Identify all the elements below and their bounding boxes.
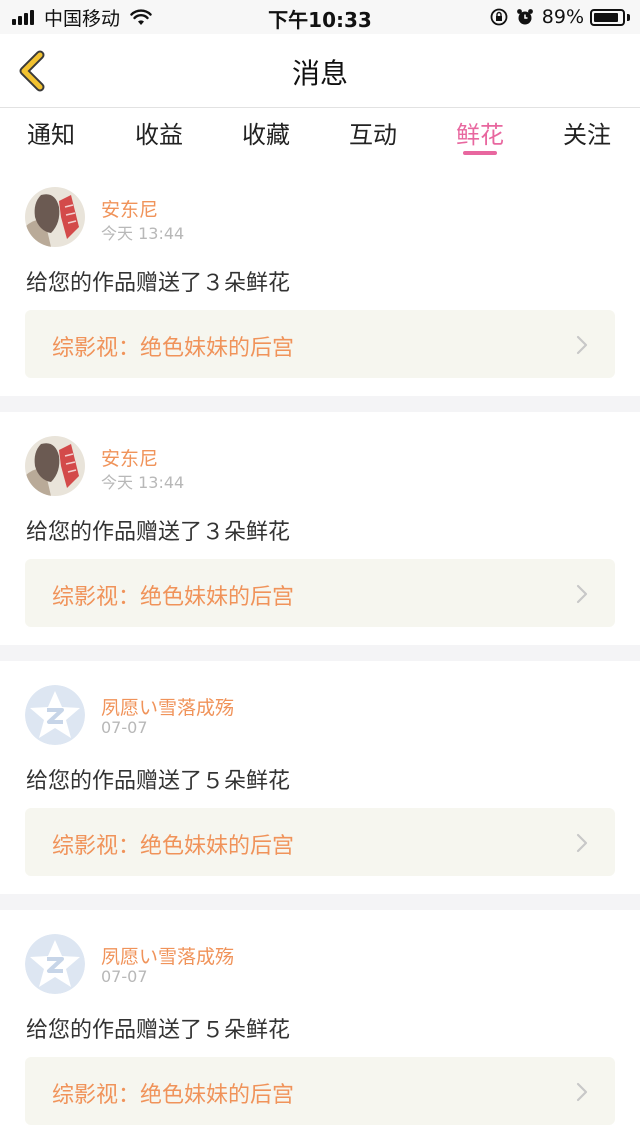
tab-interactions[interactable]: 互动 [333,115,413,150]
timestamp: 今天 13:44 [101,224,185,243]
default-star-avatar-icon [25,934,85,994]
work-link[interactable]: 综影视：绝色妹妹的后宫 [25,808,615,876]
tab-notifications[interactable]: 通知 [11,115,91,150]
username[interactable]: 安东尼 [101,444,158,471]
work-title: 综影视：绝色妹妹的后宫 [52,1083,295,1108]
timestamp: 07-07 [101,967,148,986]
message-text: 给您的作品赠送了３朵鲜花 [26,271,291,296]
username[interactable]: 夙愿い雪落成殇 [101,693,234,720]
avatar[interactable] [25,436,85,496]
photo-avatar-icon [25,187,85,247]
work-link[interactable]: 综影视：绝色妹妹的后宫 [25,1057,615,1125]
message-text: 给您的作品赠送了５朵鲜花 [26,1018,291,1043]
list-item: 夙愿い雪落成殇 07-07 给您的作品赠送了５朵鲜花 综影视：绝色妹妹的后宫 [0,910,640,1139]
tab-flowers[interactable]: 鲜花 [440,115,520,150]
work-title: 综影视：绝色妹妹的后宫 [52,834,295,859]
message-text: 给您的作品赠送了３朵鲜花 [26,520,291,545]
message-text: 给您的作品赠送了５朵鲜花 [26,769,291,794]
battery-percent: 89% [541,6,584,28]
work-title: 综影视：绝色妹妹的后宫 [52,336,295,361]
divider [0,396,640,412]
rotation-lock-icon [490,8,508,26]
list-item: 安东尼 今天 13:44 给您的作品赠送了３朵鲜花 综影视：绝色妹妹的后宫 [0,163,640,396]
message-list: 安东尼 今天 13:44 给您的作品赠送了３朵鲜花 综影视：绝色妹妹的后宫 安东… [0,163,640,1139]
list-item: 安东尼 今天 13:44 给您的作品赠送了３朵鲜花 综影视：绝色妹妹的后宫 [0,412,640,645]
alarm-icon [516,9,533,25]
active-tab-indicator [463,151,497,155]
timestamp: 07-07 [101,718,148,737]
photo-avatar-icon [25,436,85,496]
chevron-right-icon [576,1082,588,1102]
divider [0,645,640,661]
avatar[interactable] [25,187,85,247]
tab-earnings[interactable]: 收益 [119,115,199,150]
avatar[interactable] [25,685,85,745]
nav-bar: 消息 [0,34,640,108]
battery-icon [590,7,630,27]
default-star-avatar-icon [25,685,85,745]
work-title: 综影视：绝色妹妹的后宫 [52,585,295,610]
chevron-right-icon [576,584,588,604]
status-bar: 中国移动 下午10:33 89% [0,0,640,34]
page-title: 消息 [291,57,348,90]
chevron-right-icon [576,833,588,853]
divider [0,894,640,910]
tab-bar: 通知 收益 收藏 互动 鲜花 关注 [0,109,640,163]
username[interactable]: 夙愿い雪落成殇 [101,942,234,969]
avatar[interactable] [25,934,85,994]
timestamp: 今天 13:44 [101,473,185,492]
tab-favorites[interactable]: 收藏 [226,115,306,150]
list-item: 夙愿い雪落成殇 07-07 给您的作品赠送了５朵鲜花 综影视：绝色妹妹的后宫 [0,661,640,894]
chevron-right-icon [576,335,588,355]
username[interactable]: 安东尼 [101,195,158,222]
work-link[interactable]: 综影视：绝色妹妹的后宫 [25,310,615,378]
work-link[interactable]: 综影视：绝色妹妹的后宫 [25,559,615,627]
tab-following[interactable]: 关注 [547,115,627,150]
